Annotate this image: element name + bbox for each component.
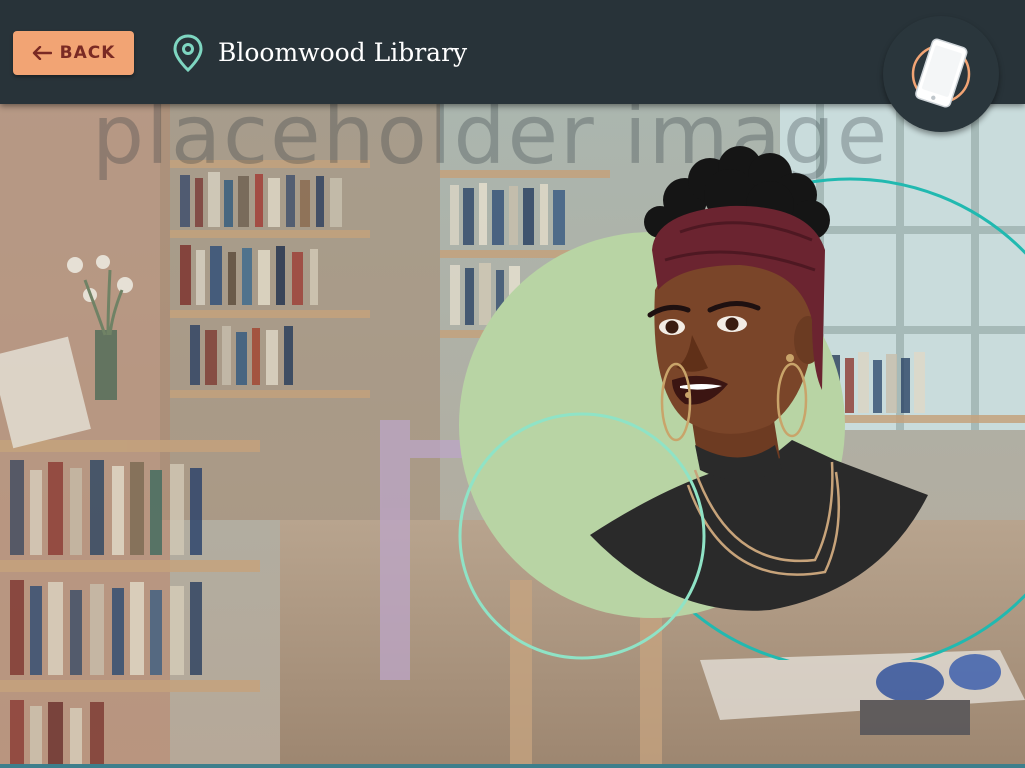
top-bar: BACK Bloomwood Library [0,0,1025,104]
location-title: Bloomwood Library [218,38,468,67]
character-illustration [458,146,1025,671]
map-pin-icon [173,34,203,72]
smartphone-icon [911,38,971,108]
character-portrait [440,140,1025,671]
arrow-left-icon [32,46,52,60]
back-button-label: BACK [59,43,116,63]
phone-button[interactable] [883,16,999,132]
back-button[interactable]: BACK [13,31,134,75]
bottom-edge-strip [0,764,1025,768]
